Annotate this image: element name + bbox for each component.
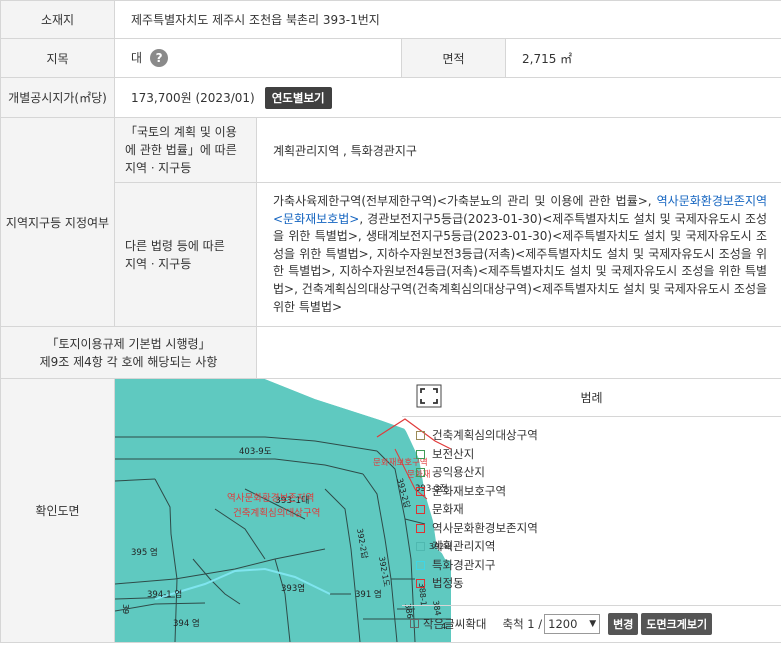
area-value: 2,715 ㎡ [504,38,781,78]
building-review-zone-label: 건축계획심의대상구역 [233,507,320,519]
national-law-label: 「국토의 계획 및 이용 에 관한 법률」에 따른 지역ㆍ지구등 [114,117,257,183]
legend-item-label: 문화재보호구역 [432,483,507,498]
other-law-label-line1: 다른 법령 등에 따른 [125,238,225,253]
legend-swatch-icon [416,468,425,478]
legend-swatch-icon [416,523,425,533]
heritage-zone-label: 역사문화환경보존지역 [227,492,314,504]
area-label: 면적 [401,38,506,78]
yearly-view-button[interactable]: 연도별보기 [264,86,332,109]
legend-item: 건축계획심의대상구역 [416,426,781,445]
location-value: 제주특별자치도 제주시 조천읍 북촌리 393-1번지 [113,0,781,39]
other-law-label: 다른 법령 등에 따른 지역ㆍ지구등 [114,181,257,328]
enforcement-label: 「토지이용규제 기본법 시행령」 제9조 제4항 각 호에 해당되는 사항 [0,326,257,380]
parcel-label: 39 [121,604,130,614]
legend-item: 법정동 [416,574,781,593]
legend-item: 특화경관지구 [416,556,781,575]
map-cell: 403-9도 393-1대 393-3전 392-1도 392-2답 392대 … [114,378,451,644]
help-icon[interactable]: ? [150,49,169,68]
legend-swatch-icon [416,505,425,515]
land-info-table: 소재지 제주특별자치도 제주시 조천읍 북촌리 393-1번지 지목 대? 면적… [0,0,781,644]
legend-item-label: 건축계획심의대상구역 [432,428,538,443]
enforcement-value [255,326,781,380]
parcel-label: 394-1 염 [147,589,182,600]
price-label: 개별공시지가(㎡당) [0,77,115,118]
change-button[interactable]: 변경 [608,612,639,635]
enforcement-label-line1: 「토지이용규제 기본법 시행령」 [46,336,211,351]
legend-swatch-icon [416,560,425,570]
legend-item: 계획관리지역 [416,537,781,556]
legend-swatch-icon [416,579,425,589]
print-map-button[interactable]: 도면크게보기 [641,612,713,635]
small-text-checkbox[interactable] [410,619,419,629]
legend-swatch-icon [416,542,425,552]
legend-list: 건축계획심의대상구역보전산지공익용산지문화재보호구역문화재역사문화환경보존지역계… [402,417,781,593]
legend-item-label: 보전산지 [432,446,475,461]
national-law-value: 계획관리지역 , 특화경관지구 [255,117,781,183]
scale-value: 1200 [548,616,578,631]
scale-label: 축척 1 / [502,616,543,631]
parcel-label: 394 염 [173,618,200,629]
legend-item: 문화재 [416,500,781,519]
legend-swatch-icon [416,431,425,441]
legend-swatch-icon [416,486,425,496]
other-law-text-a: 가축사육제한구역(전부제한구역)<가축분뇨의 관리 및 이용에 관한 법률>, [273,194,657,208]
jimok-label: 지목 [0,38,115,78]
legend-item-label: 문화재 [432,502,464,517]
legend-item: 역사문화환경보존지역 [416,519,781,538]
jimok-cell: 대? [114,38,402,78]
small-text-label: 작은글씨확대 [423,616,487,631]
other-law-value: 가축사육제한구역(전부제한구역)<가축분뇨의 관리 및 이용에 관한 법률>, … [255,181,781,328]
chevron-down-icon: ▼ [589,618,597,629]
legend-item-label: 법정동 [432,576,464,591]
parcel-label: 391 염 [355,589,382,600]
enforcement-label-line2: 제9조 제4항 각 호에 해당되는 사항 [39,354,218,369]
legend-item: 문화재보호구역 [416,482,781,501]
scale-select[interactable]: 1200 ▼ [544,613,601,634]
legend-item: 공익용산지 [416,463,781,482]
parcel-label: 395 염 [131,547,158,558]
legend-swatch-icon [416,449,425,459]
legend-title: 범례 [402,379,781,418]
other-law-label-line2: 지역ㆍ지구등 [125,256,192,271]
legend-panel: 범례 건축계획심의대상구역보전산지공익용산지문화재보호구역문화재역사문화환경보존… [400,378,781,644]
zone-label: 지역지구등 지정여부 [0,116,115,328]
legend-item-label: 역사문화환경보존지역 [432,520,538,535]
price-value: 173,700원 (2023/01) [131,90,255,105]
legend-item-label: 특화경관지구 [432,557,496,572]
legend-item: 보전산지 [416,445,781,464]
legend-controls: 작은글씨확대 축척 1 / 1200 ▼ 변경 도면크게보기 [402,605,781,641]
national-law-label-line3: 지역ㆍ지구등 [125,161,192,175]
other-law-text-b: , 경관보전지구5등급(2023-01-30)<제주특별자치도 설치 및 국제자… [273,211,768,314]
jimok-value: 대 [131,50,143,65]
national-law-label-line1: 「국토의 계획 및 이용 [125,125,237,139]
parcel-label: 393염 [281,583,305,594]
legend-item-label: 공익용산지 [432,465,485,480]
national-law-label-line2: 에 관한 법률」에 따른 [125,143,237,157]
legend-item-label: 계획관리지역 [432,539,496,554]
parcel-label: 403-9도 [239,447,272,457]
map-label: 확인도면 [0,378,115,644]
price-cell: 173,700원 (2023/01) 연도별보기 [113,77,781,118]
location-label: 소재지 [0,0,115,39]
